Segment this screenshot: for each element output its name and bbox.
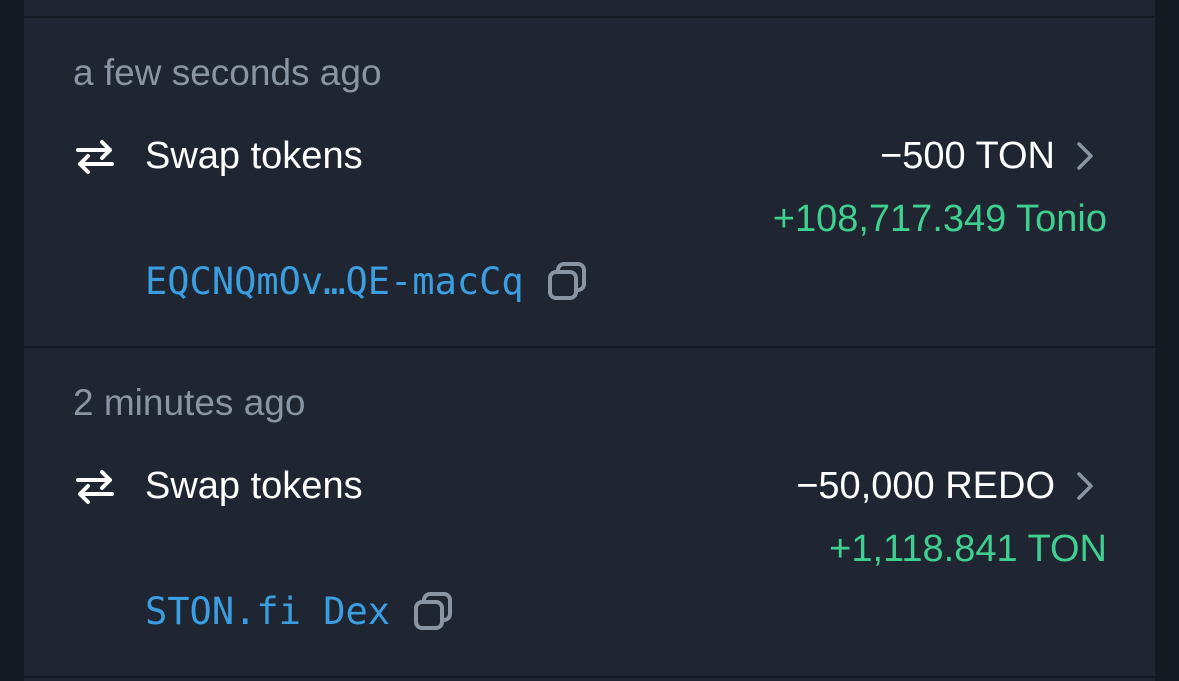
- counterparty-row: EQCNQmOv…QE-macCq: [145, 256, 588, 306]
- outgoing-amount: −500 TON: [880, 135, 1055, 177]
- transaction-type: Swap tokens: [145, 135, 363, 177]
- transaction-list: a few seconds ago Swap tokens −500 TON +…: [24, 0, 1155, 681]
- incoming-amount: +1,118.841 TON: [829, 528, 1107, 570]
- chevron-right-icon[interactable]: [1075, 140, 1095, 172]
- transaction-time: 2 minutes ago: [73, 382, 306, 423]
- transaction-item[interactable]: a few seconds ago Swap tokens −500 TON +…: [24, 18, 1155, 348]
- transaction-type: Swap tokens: [145, 465, 363, 507]
- divider: [24, 676, 1155, 678]
- copy-icon[interactable]: [546, 260, 588, 302]
- transaction-item[interactable]: 2 minutes ago Swap tokens −50,000 REDO +…: [24, 348, 1155, 678]
- copy-icon[interactable]: [412, 590, 454, 632]
- swap-arrows-icon: [76, 140, 114, 174]
- counterparty-row: STON.fi Dex: [145, 586, 454, 636]
- outgoing-amount: −50,000 REDO: [796, 465, 1055, 507]
- swap-arrows-icon: [76, 470, 114, 504]
- incoming-amount: +108,717.349 Tonio: [772, 198, 1107, 240]
- transaction-time: a few seconds ago: [73, 52, 382, 93]
- counterparty-address[interactable]: STON.fi Dex: [145, 590, 390, 633]
- counterparty-address[interactable]: EQCNQmOv…QE-macCq: [145, 260, 524, 303]
- chevron-right-icon[interactable]: [1075, 470, 1095, 502]
